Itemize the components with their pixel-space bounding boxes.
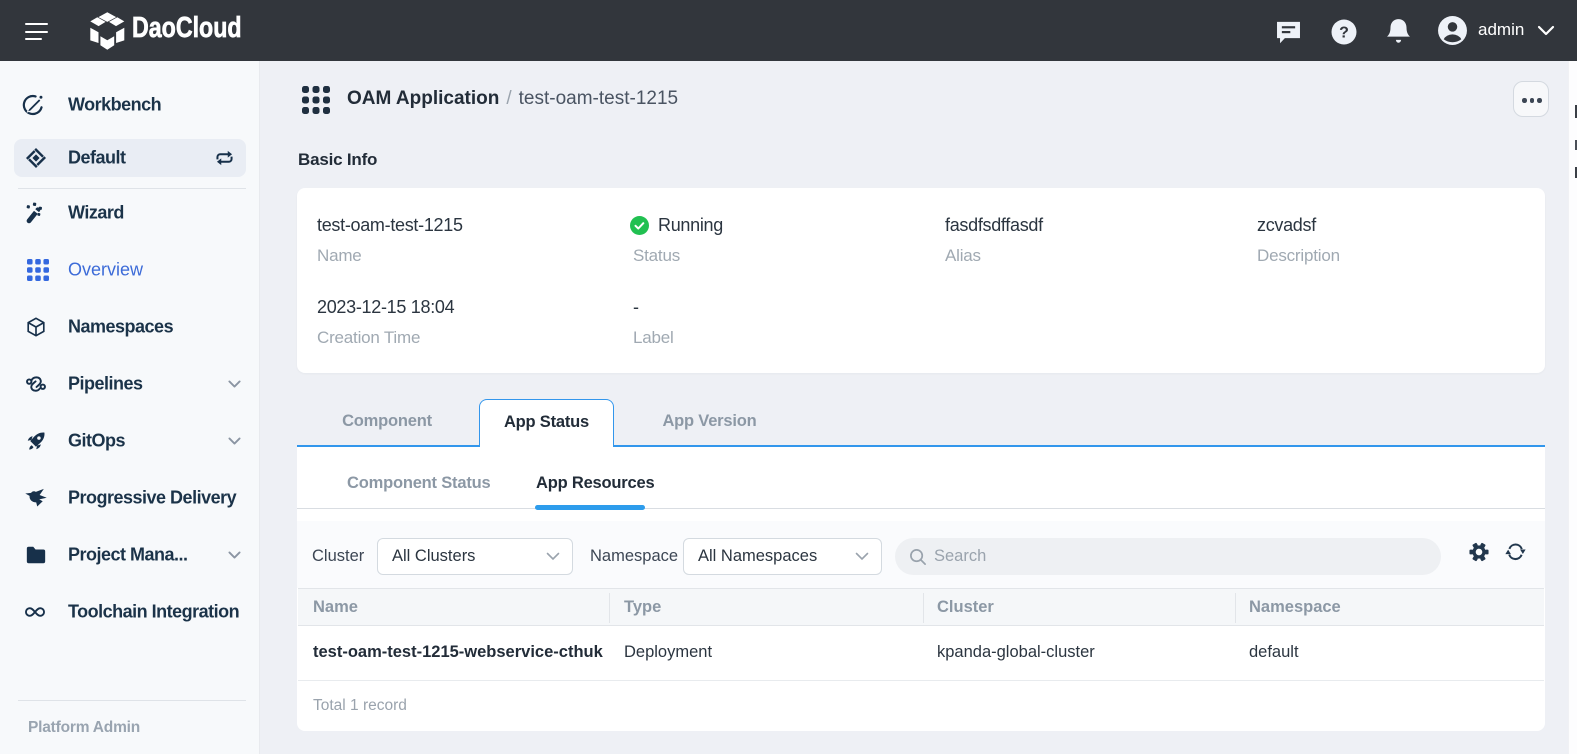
svg-text:?: ? [1339,25,1349,42]
